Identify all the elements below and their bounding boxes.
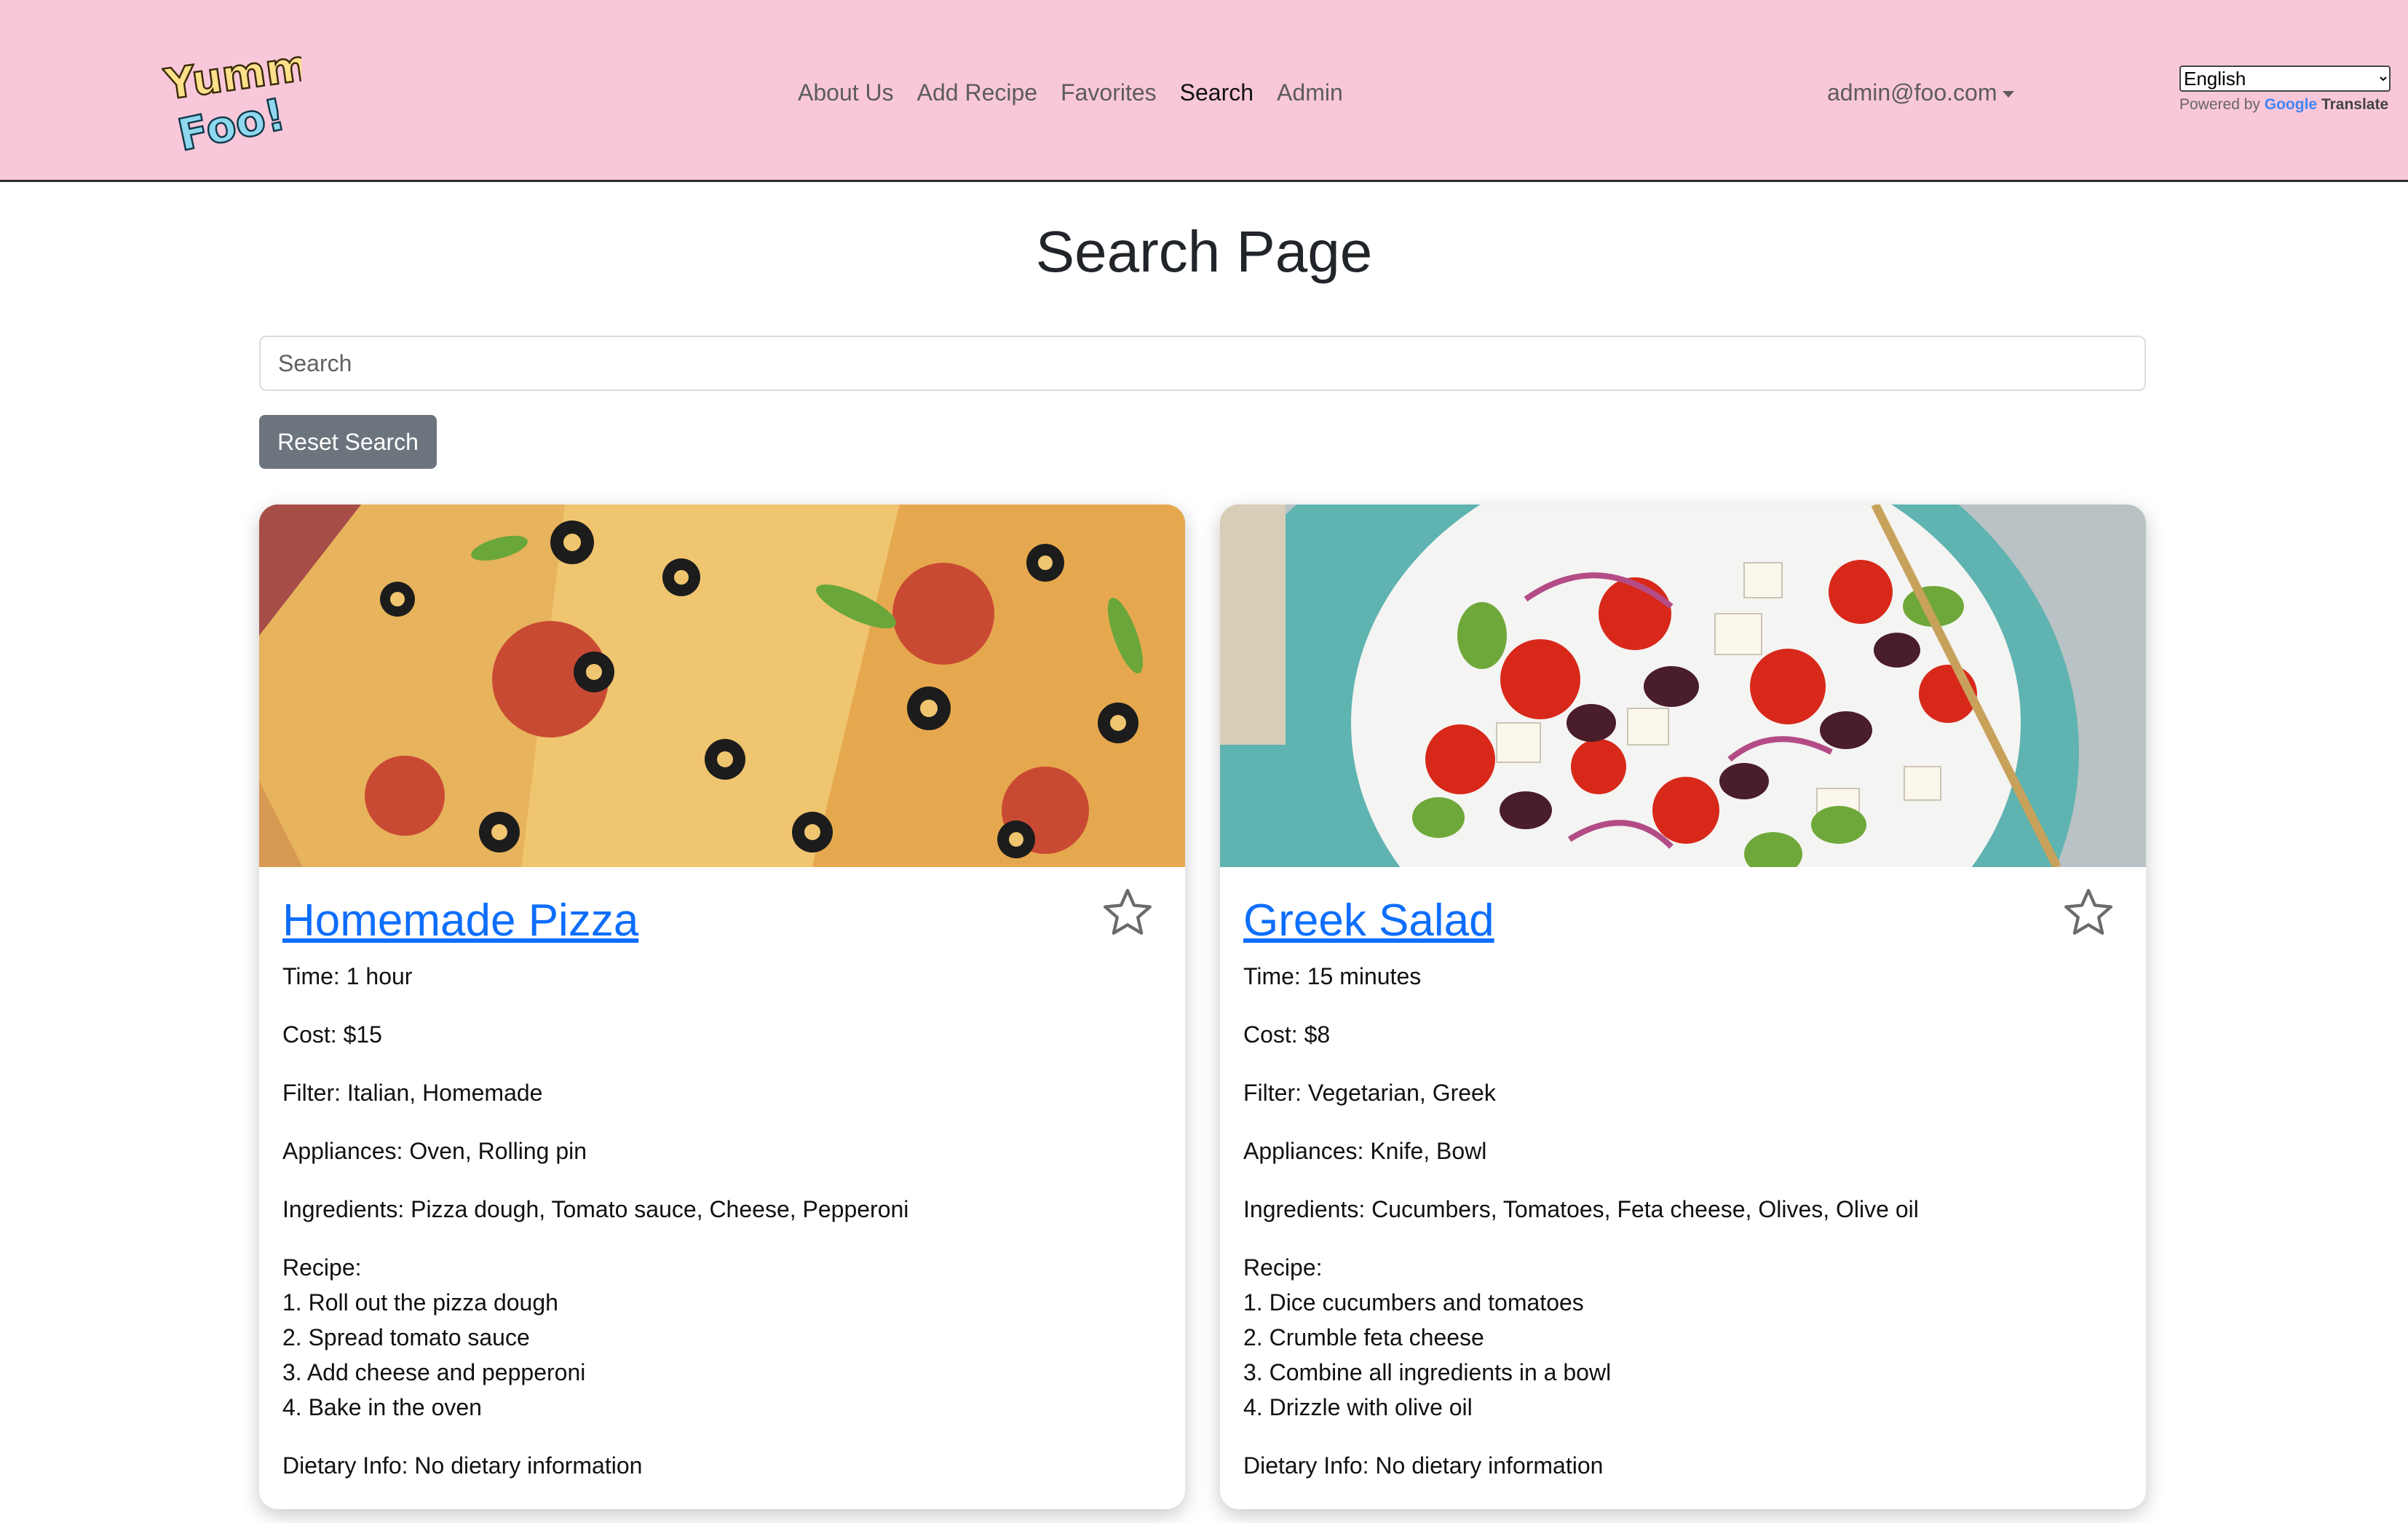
recipe-steps: Recipe: 1. Roll out the pizza dough 2. S… [282,1250,1162,1425]
recipe-step: 4. Drizzle with olive oil [1243,1394,1473,1420]
recipe-ingredients: Ingredients: Cucumbers, Tomatoes, Feta c… [1243,1196,1919,1222]
favorite-star-icon[interactable] [2062,886,2115,940]
recipe-step: 3. Combine all ingredients in a bowl [1243,1359,1612,1385]
yummy-foo-logo[interactable]: Yummy Foo! [162,38,301,159]
nav-favorites[interactable]: Favorites [1061,76,1157,109]
nav-admin[interactable]: Admin [1277,76,1343,109]
recipe-filter: Filter: Vegetarian, Greek [1243,1080,1496,1106]
recipe-card-pizza: Homemade Pizza Time: 1 hour Cost: $15 Fi… [259,505,1185,1509]
nav-search[interactable]: Search [1180,76,1253,109]
main-nav: About Us Add Recipe Favorites Search Adm… [798,76,1343,109]
recipe-label: Recipe: [1243,1254,1323,1281]
card-body: Greek Salad Time: 15 minutes Cost: $8 Fi… [1220,867,2146,1509]
recipe-step: 1. Dice cucumbers and tomatoes [1243,1289,1584,1316]
favorite-star-icon[interactable] [1101,886,1155,940]
recipe-label: Recipe: [282,1254,362,1281]
navbar: Yummy Foo! About Us Add Recipe Favorites… [0,0,2408,182]
powered-by-google: Powered by Google Translate [2179,96,2395,114]
user-dropdown[interactable]: admin@foo.com [1827,76,2015,109]
recipe-cost: Cost: $15 [282,1021,382,1048]
recipe-step: 2. Crumble feta cheese [1243,1324,1484,1350]
recipe-time: Time: 15 minutes [1243,963,1422,989]
recipe-title-link[interactable]: Homemade Pizza [282,893,638,949]
recipe-dietary: Dietary Info: No dietary information [1243,1452,1604,1479]
recipe-appliances: Appliances: Knife, Bowl [1243,1138,1487,1164]
translate-label: Translate [2321,96,2389,113]
recipe-step: 1. Roll out the pizza dough [282,1289,558,1316]
page-title: Search Page [1035,219,1373,284]
user-email: admin@foo.com [1827,79,1997,106]
card-body: Homemade Pizza Time: 1 hour Cost: $15 Fi… [259,867,1185,1509]
recipe-step: 3. Add cheese and pepperoni [282,1359,586,1385]
language-select[interactable]: English [2179,66,2391,92]
recipe-title-link[interactable]: Greek Salad [1243,893,1494,949]
recipe-ingredients: Ingredients: Pizza dough, Tomato sauce, … [282,1196,909,1222]
recipe-time: Time: 1 hour [282,963,413,989]
recipe-filter: Filter: Italian, Homemade [282,1080,543,1106]
recipe-appliances: Appliances: Oven, Rolling pin [282,1138,587,1164]
recipe-dietary: Dietary Info: No dietary information [282,1452,643,1479]
nav-add-recipe[interactable]: Add Recipe [917,76,1037,109]
salad-photo [1220,505,2146,867]
search-input[interactable] [259,336,2146,391]
pizza-photo [259,505,1185,867]
google-translate-widget: English Powered by Google Translate [2179,66,2395,114]
powered-by-label: Powered by [2179,96,2260,113]
nav-about-us[interactable]: About Us [798,76,894,109]
google-logo: Google [2264,96,2318,113]
chevron-down-icon [2003,91,2015,98]
reset-search-button[interactable]: Reset Search [259,415,437,469]
recipe-card-greek-salad: Greek Salad Time: 15 minutes Cost: $8 Fi… [1220,505,2146,1509]
recipe-step: 4. Bake in the oven [282,1394,482,1420]
recipe-cost: Cost: $8 [1243,1021,1331,1048]
recipe-steps: Recipe: 1. Dice cucumbers and tomatoes 2… [1243,1250,2123,1425]
recipe-step: 2. Spread tomato sauce [282,1324,530,1350]
